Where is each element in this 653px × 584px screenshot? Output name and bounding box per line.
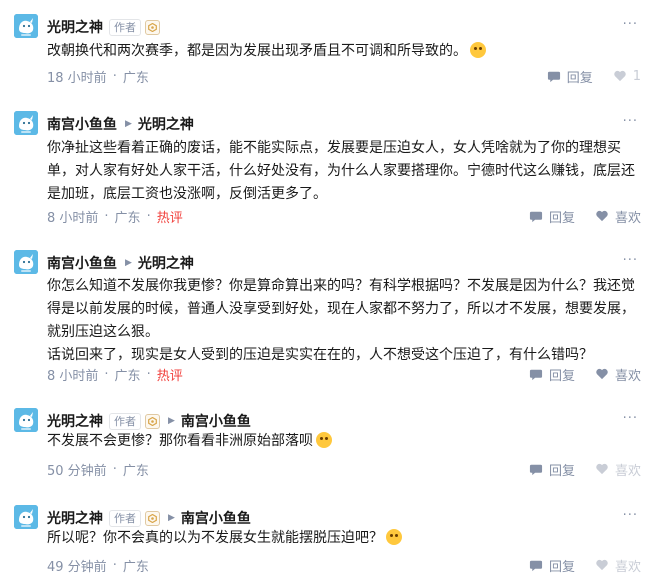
timestamp: 49 分钟前 — [47, 559, 107, 575]
heart-icon — [596, 463, 608, 475]
more-options-icon[interactable]: ··· — [623, 508, 638, 523]
comment-text: 不发展不会更惨？那你看看非洲原始部落呗 — [47, 430, 642, 453]
reply-arrow-icon: ▶ — [168, 513, 175, 523]
comment-meta: 50 分钟前 · 广东 — [47, 461, 149, 479]
comment-actions: 回复 喜欢 — [529, 555, 641, 575]
comment-header: 光明之神 作者 — [47, 17, 160, 37]
comment-actions: 回复 1 — [547, 66, 641, 86]
author-name[interactable]: 光明之神 — [47, 17, 103, 37]
location: 广东 — [122, 559, 149, 575]
comment-text: 你怎么知道不发展你我更惨？你是算命算出来的吗？有科学根据吗？不发展是因为什么？我… — [47, 278, 635, 363]
like-button[interactable]: 喜欢 — [595, 207, 641, 226]
reply-arrow-icon: ▶ — [125, 119, 132, 129]
creator-badge-icon — [145, 510, 160, 526]
hot-comment-tag: 热评 — [156, 210, 183, 226]
comment-text: 所以呢？你不会真的以为不发展女生就能摆脱压迫吧？ — [47, 527, 642, 550]
reply-icon — [547, 71, 560, 83]
comment-meta: 8 小时前 · 广东 · 热评 — [47, 366, 183, 384]
heart-icon — [596, 559, 608, 571]
reply-button[interactable]: 回复 — [547, 67, 593, 86]
creator-badge-icon — [145, 19, 160, 35]
emoji-icon — [386, 529, 402, 545]
avatar[interactable] — [14, 250, 38, 274]
heart-icon — [613, 70, 626, 82]
like-button[interactable]: 喜欢 — [595, 365, 641, 384]
location: 广东 — [114, 210, 141, 226]
comment-header: 光明之神 作者 ▶ 南宫小鱼鱼 — [47, 508, 251, 528]
timestamp: 18 小时前 — [47, 70, 107, 86]
heart-icon — [596, 210, 608, 222]
author-tag: 作者 — [109, 412, 141, 430]
more-options-icon[interactable]: ··· — [623, 253, 638, 268]
comment-actions: 回复 喜欢 — [529, 459, 641, 479]
comment-actions: 回复 喜欢 — [529, 206, 641, 226]
comment-meta: 8 小时前 · 广东 · 热评 — [47, 208, 183, 226]
creator-badge-icon — [145, 413, 160, 429]
comment-text: 你净扯这些看着正确的废话，能不能实际点，发展要是压迫女人，女人凭啥就为了你的理想… — [47, 140, 635, 202]
comment-header: 南宫小鱼鱼 ▶ 光明之神 — [47, 253, 194, 273]
more-options-icon[interactable]: ··· — [623, 114, 638, 129]
emoji-icon — [316, 432, 332, 448]
reply-icon — [529, 369, 543, 381]
reply-button[interactable]: 回复 — [529, 365, 575, 384]
avatar[interactable] — [14, 14, 38, 38]
timestamp: 50 分钟前 — [47, 463, 107, 479]
like-button[interactable]: 喜欢 — [595, 556, 641, 575]
comment-meta: 49 分钟前 · 广东 — [47, 557, 149, 575]
avatar[interactable] — [14, 111, 38, 135]
like-button[interactable]: 喜欢 — [595, 460, 641, 479]
reply-arrow-icon: ▶ — [168, 416, 175, 426]
reply-icon — [529, 560, 543, 572]
avatar[interactable] — [14, 505, 38, 529]
reply-to-name[interactable]: 光明之神 — [138, 253, 194, 273]
like-button[interactable]: 1 — [613, 69, 641, 84]
comment-header: 南宫小鱼鱼 ▶ 光明之神 — [47, 114, 194, 134]
avatar[interactable] — [14, 408, 38, 432]
comment-actions: 回复 喜欢 — [529, 364, 641, 384]
more-options-icon[interactable]: ··· — [623, 411, 638, 426]
comment-meta: 18 小时前 · 广东 — [47, 68, 149, 86]
emoji-icon — [470, 42, 486, 58]
reply-to-name[interactable]: 光明之神 — [138, 114, 194, 134]
reply-to-name[interactable]: 南宫小鱼鱼 — [181, 411, 251, 431]
reply-icon — [529, 211, 543, 223]
hot-comment-tag: 热评 — [156, 368, 183, 384]
reply-arrow-icon: ▶ — [125, 258, 132, 268]
author-name[interactable]: 南宫小鱼鱼 — [47, 114, 117, 134]
author-name[interactable]: 光明之神 — [47, 508, 103, 528]
heart-icon — [596, 368, 608, 380]
author-name[interactable]: 光明之神 — [47, 411, 103, 431]
like-count: 1 — [632, 68, 641, 84]
location: 广东 — [114, 368, 141, 384]
reply-icon — [529, 464, 543, 476]
location: 广东 — [122, 70, 149, 86]
comment-header: 光明之神 作者 ▶ 南宫小鱼鱼 — [47, 411, 251, 431]
more-options-icon[interactable]: ··· — [623, 17, 638, 32]
reply-button[interactable]: 回复 — [529, 556, 575, 575]
author-name[interactable]: 南宫小鱼鱼 — [47, 253, 117, 273]
timestamp: 8 小时前 — [47, 368, 99, 384]
author-tag: 作者 — [109, 509, 141, 527]
reply-button[interactable]: 回复 — [529, 207, 575, 226]
location: 广东 — [122, 463, 149, 479]
comment-text: 改朝换代和两次赛季，都是因为发展出现矛盾且不可调和所导致的。 — [47, 40, 642, 63]
author-tag: 作者 — [109, 18, 141, 36]
reply-button[interactable]: 回复 — [529, 460, 575, 479]
reply-to-name[interactable]: 南宫小鱼鱼 — [181, 508, 251, 528]
timestamp: 8 小时前 — [47, 210, 99, 226]
